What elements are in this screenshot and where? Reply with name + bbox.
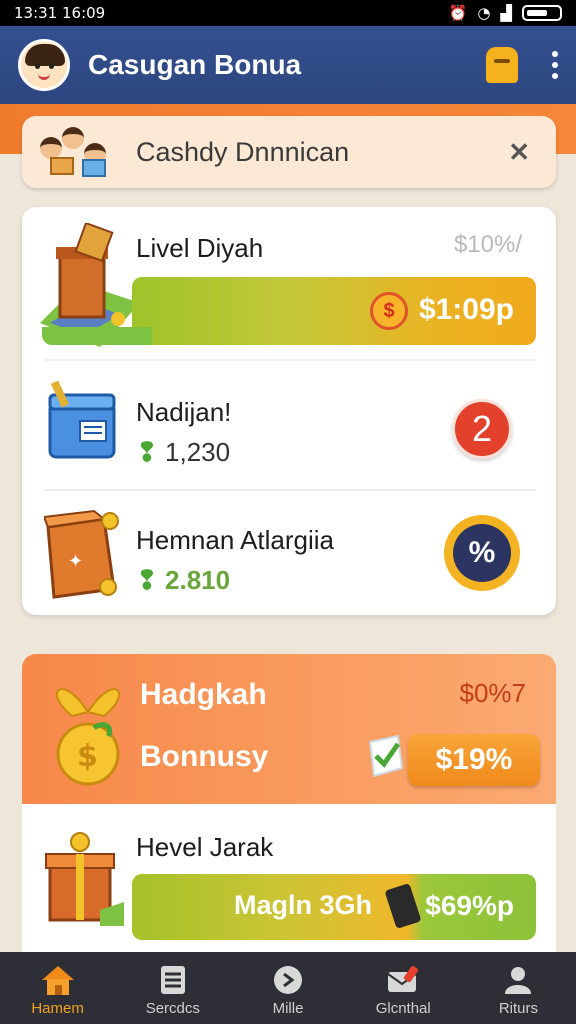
bonus-pill[interactable]: $19% <box>408 734 540 786</box>
row-amount: $10%/ <box>453 231 522 258</box>
notice-text: Cashdy Dnnnican <box>136 136 350 167</box>
bonus-amount: $0%7 <box>459 678 527 708</box>
bottom-nav: Hamem Sercdcs Mille Glcnthal Riturs <box>0 952 576 1024</box>
list-item[interactable]: Livel Diyah $10%/ $ $1:09p <box>22 207 556 357</box>
person-icon <box>505 967 532 994</box>
avatar[interactable] <box>18 39 70 91</box>
notice-banner[interactable]: Cashdy Dnnnican ✕ <box>22 116 556 188</box>
nav-label: Mille <box>272 1000 304 1017</box>
blue-box-icon <box>48 381 116 459</box>
list-item[interactable]: Nadijan! ❢ 1,230 2 <box>22 361 556 489</box>
nav-label: Riturs <box>498 1000 538 1017</box>
percent-badge[interactable]: % <box>444 515 520 591</box>
nav-item-mile[interactable]: Mille <box>230 952 345 1024</box>
home-icon <box>41 966 74 995</box>
rewards-card: Livel Diyah $10%/ $ $1:09p Nadijan! ❢ 1,… <box>22 207 556 615</box>
money-bag-icon: $ <box>56 688 120 786</box>
bell-icon[interactable] <box>486 47 518 83</box>
row-value-group: ❢ 2.810 <box>136 565 230 596</box>
nav-label: Sercdcs <box>145 1000 200 1017</box>
list-icon <box>160 966 185 994</box>
svg-text:✦: ✦ <box>68 551 83 572</box>
bonus-title: Hadgkah <box>140 678 267 711</box>
row-value-group: ❢ 1,230 <box>136 437 230 468</box>
more-options-icon[interactable] <box>552 51 558 79</box>
row-title: Hevel Jarak <box>136 832 274 862</box>
leaf-icon: ❢ <box>136 437 158 467</box>
grass-decoration <box>42 327 152 345</box>
close-icon[interactable]: ✕ <box>508 137 530 168</box>
svg-text:$: $ <box>77 739 98 774</box>
nav-item-services[interactable]: Sercdcs <box>115 952 230 1024</box>
progress-bar[interactable]: $ $1:09p <box>132 277 536 345</box>
wallet-icon <box>384 882 422 930</box>
percent-badge-label: % <box>453 524 511 582</box>
bonus-subtitle: Bonnusy <box>140 740 269 773</box>
mail-icon <box>387 965 419 992</box>
check-shield-icon <box>368 734 404 778</box>
nav-item-profile[interactable]: Riturs <box>461 952 576 1024</box>
app-bar: Casugan Bonua <box>0 26 576 104</box>
nav-item-home[interactable]: Hamem <box>0 952 115 1024</box>
bar-label: Magln 3Gh <box>234 890 373 920</box>
row-title: Nadijan! <box>136 397 232 427</box>
row-title: Livel Diyah <box>136 233 264 263</box>
status-time: 13:31 16:09 <box>14 4 106 22</box>
nav-label: Glcnthal <box>375 1000 431 1017</box>
wifi-icon: ◔ <box>477 4 491 22</box>
list-item[interactable]: ✦ Hemnan Atlargiia ❢ 2.810 % <box>22 491 556 615</box>
nav-label: Hamem <box>31 1000 84 1017</box>
bar-value: $1:09p <box>418 293 514 326</box>
gift-box-icon <box>45 832 124 926</box>
app-title: Casugan Bonua <box>88 49 302 80</box>
count-badge[interactable]: 2 <box>452 399 512 459</box>
coin-icon: $ <box>370 292 408 330</box>
status-icons: ⏰ ◔ ▟ <box>449 4 562 22</box>
signal-icon: ▟ <box>500 4 512 22</box>
progress-bar[interactable]: Magln 3Gh $69%p <box>132 874 536 940</box>
bonus-card[interactable]: $ Hadgkah Bonnusy $0%7 $19% <box>22 654 556 804</box>
orange-box-icon: ✦ <box>44 509 119 599</box>
kids-illustration-icon <box>38 125 110 179</box>
row-title: Hemnan Atlargiia <box>136 525 334 555</box>
bar-value: $69%p <box>425 890 514 921</box>
alarm-icon: ⏰ <box>448 4 468 22</box>
tag-icon <box>274 966 302 994</box>
row-value: 1,230 <box>165 437 231 467</box>
status-bar: 13:31 16:09 ⏰ ◔ ▟ <box>0 0 576 26</box>
battery-icon <box>522 5 562 21</box>
row-value: 2.810 <box>165 565 231 595</box>
leaf-icon: ❢ <box>136 565 158 595</box>
lower-card: Hevel Jarak Magln 3Gh $69%p <box>22 804 556 956</box>
nav-item-global[interactable]: Glcnthal <box>346 952 461 1024</box>
